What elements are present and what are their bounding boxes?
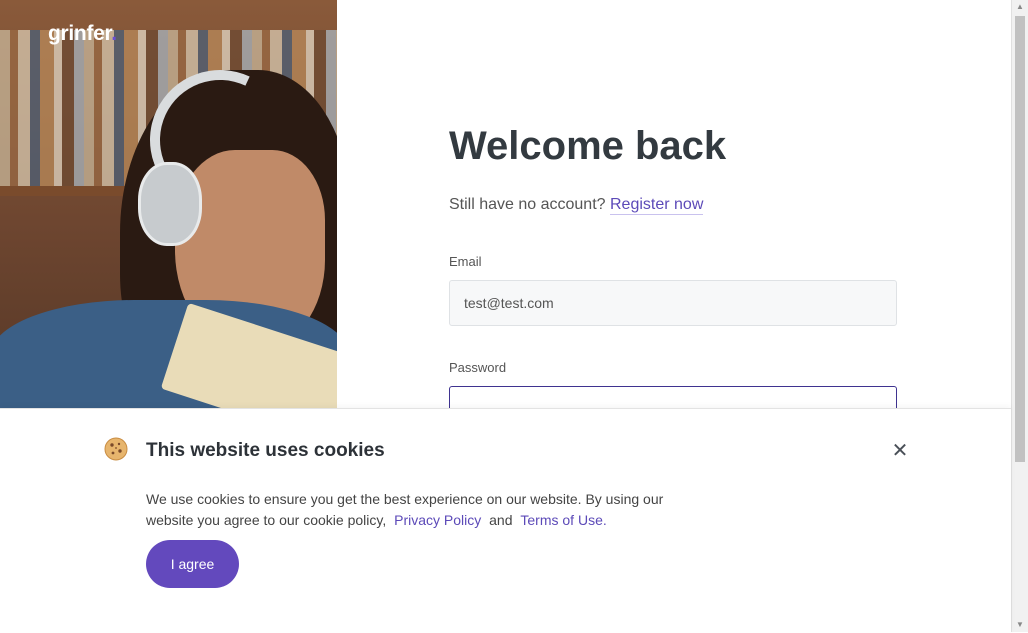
cookie-and-text: and: [489, 512, 513, 528]
scroll-down-arrow-icon[interactable]: ▼: [1012, 618, 1028, 632]
cookie-icon: [104, 437, 128, 461]
cookie-description: We use cookies to ensure you get the bes…: [146, 489, 686, 531]
scrollbar-thumb[interactable]: [1015, 16, 1025, 462]
close-icon[interactable]: ✕: [888, 439, 912, 463]
cookie-title: This website uses cookies: [146, 440, 385, 461]
email-field[interactable]: [449, 280, 897, 326]
cookie-banner: This website uses cookies We use cookies…: [0, 408, 1011, 633]
headphone-cup: [138, 162, 202, 246]
terms-of-use-link[interactable]: Terms of Use.: [520, 512, 606, 528]
password-label: Password: [449, 360, 507, 375]
agree-button[interactable]: I agree: [146, 540, 239, 588]
no-account-text: Still have no account?: [449, 196, 606, 213]
privacy-policy-link[interactable]: Privacy Policy: [394, 512, 481, 528]
email-label: Email: [449, 254, 482, 269]
register-now-link[interactable]: Register now: [610, 196, 704, 215]
logo-text: grinfer: [48, 22, 112, 45]
vertical-scrollbar[interactable]: ▲ ▼: [1011, 0, 1028, 632]
grinfer-logo[interactable]: grinfer.: [48, 22, 117, 46]
register-prompt: Still have no account? Register now: [449, 196, 704, 215]
scroll-up-arrow-icon[interactable]: ▲: [1012, 0, 1028, 14]
logo-dot: .: [111, 22, 117, 45]
page-title: Welcome back: [449, 124, 727, 168]
